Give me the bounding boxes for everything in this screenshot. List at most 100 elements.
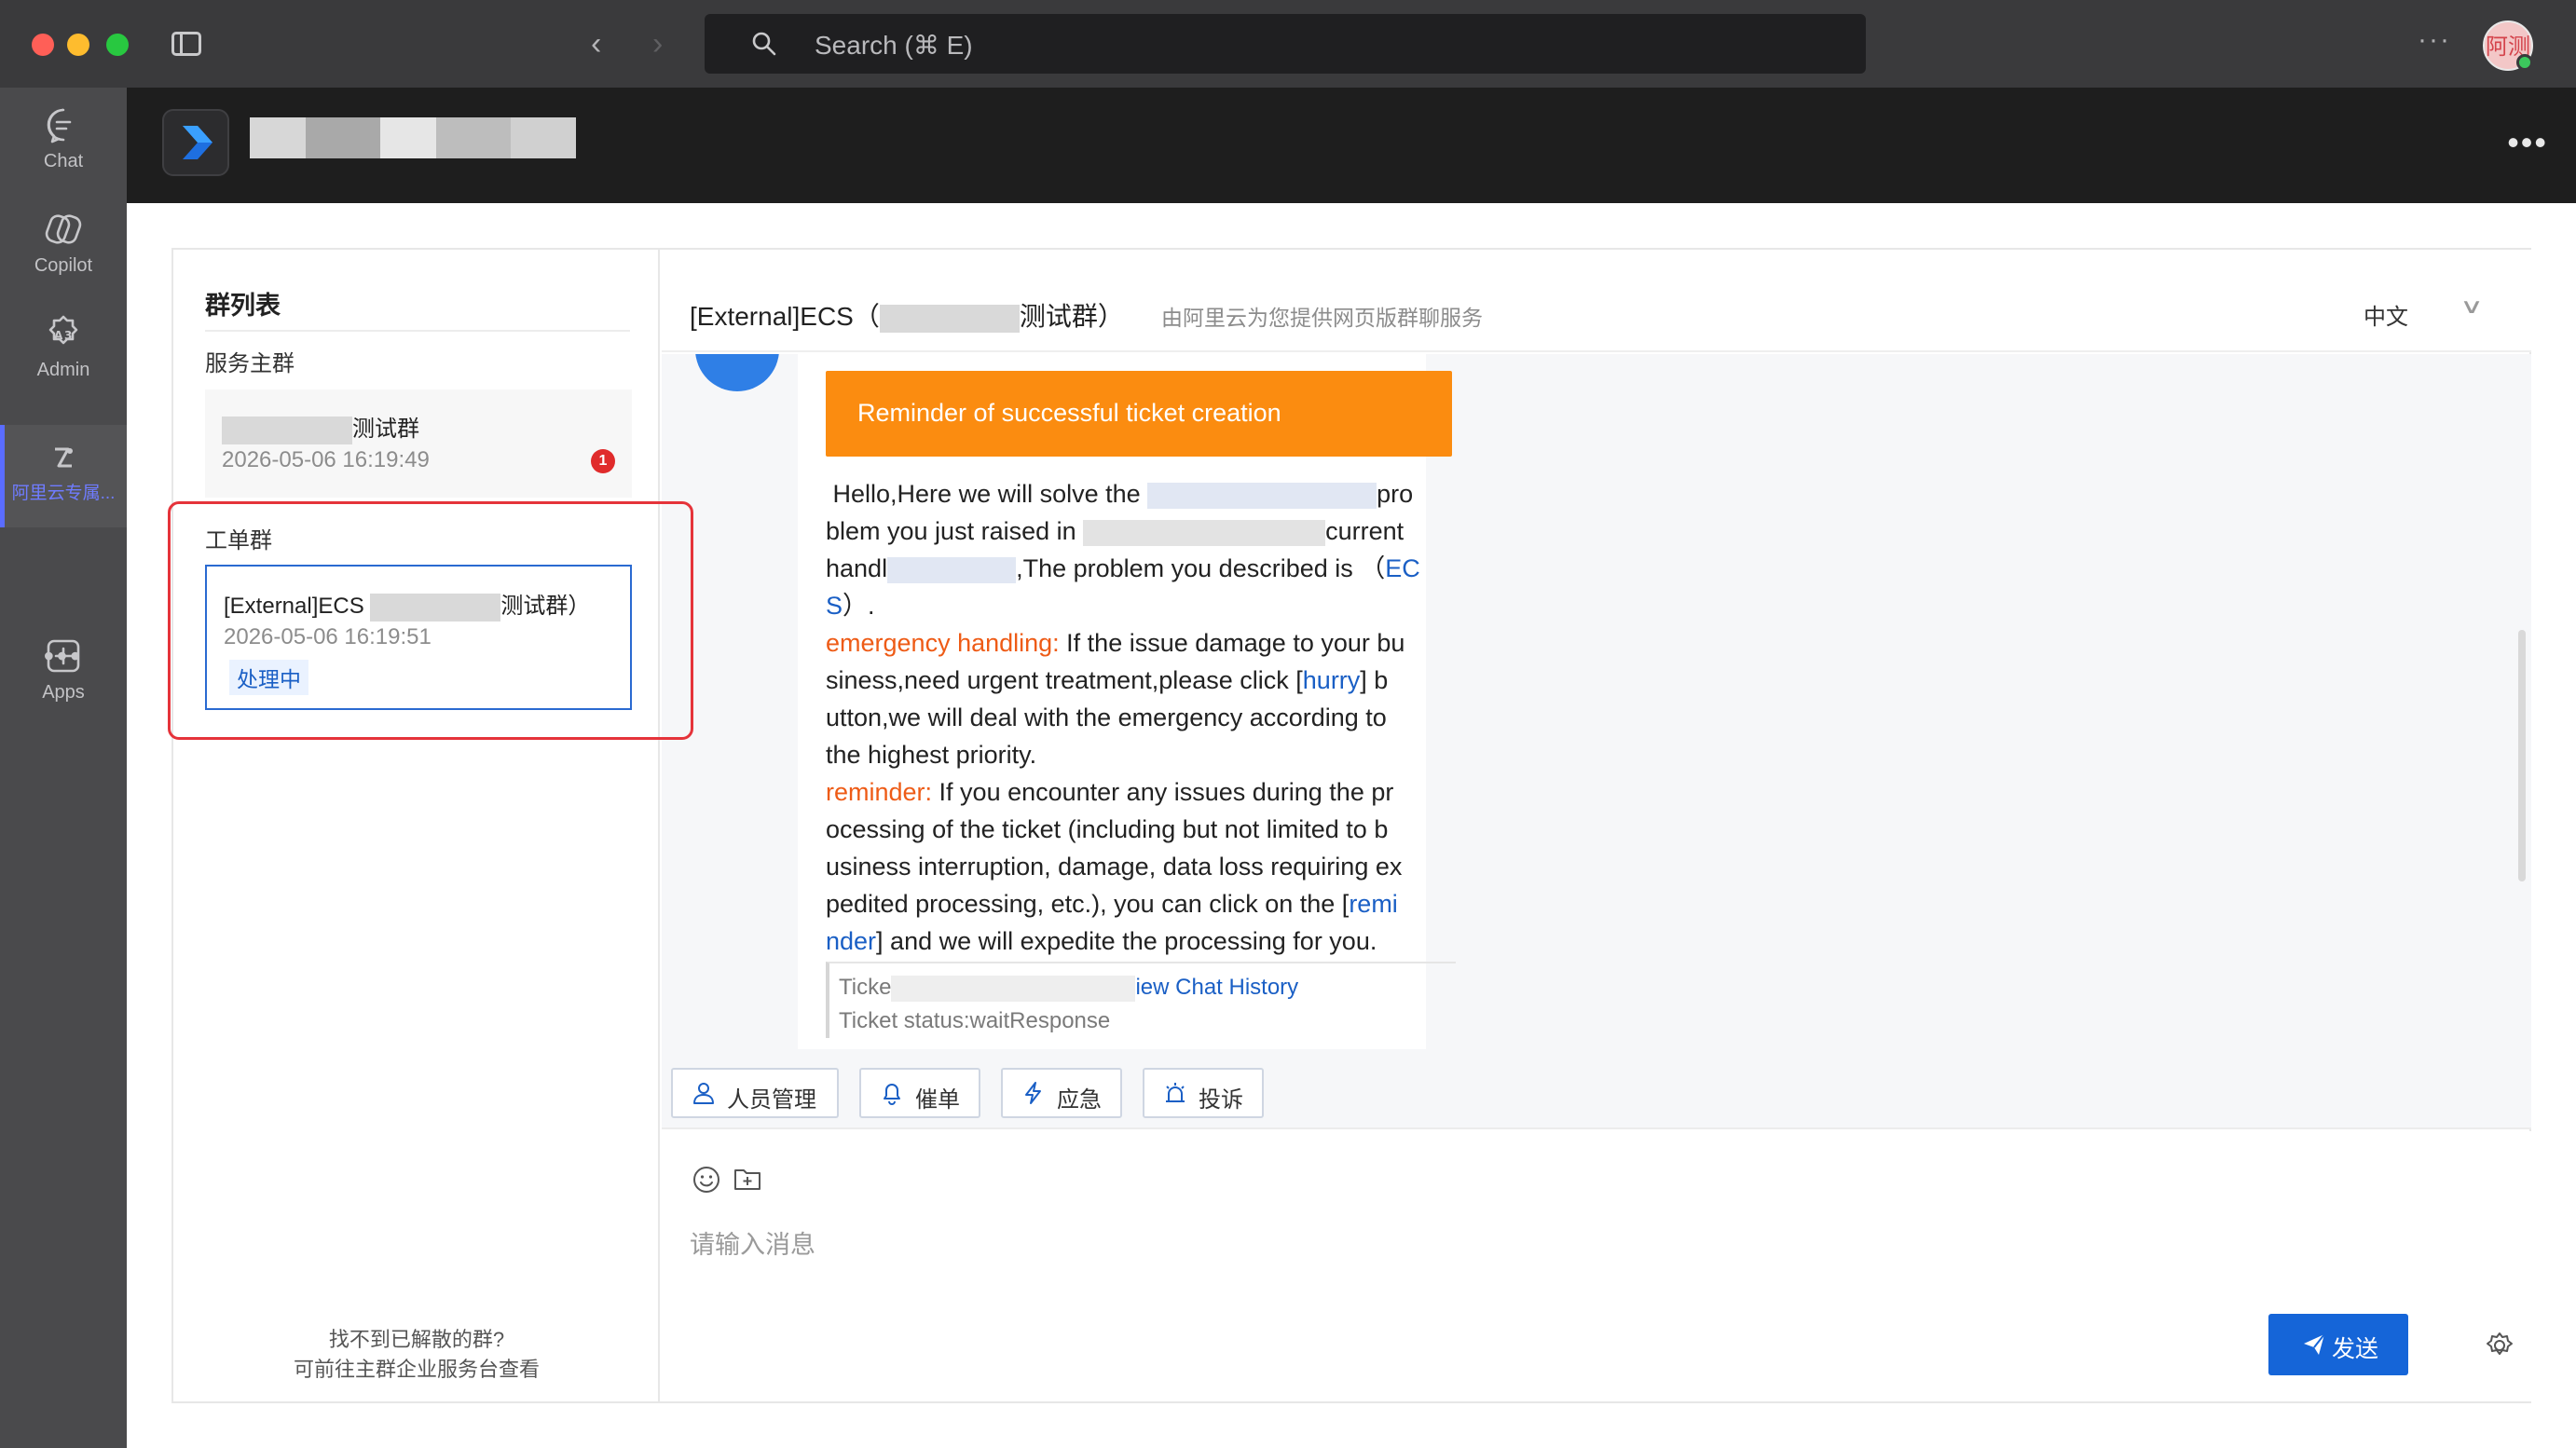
search-placeholder: Search (⌘ E) xyxy=(815,31,973,60)
bell-icon xyxy=(884,1084,900,1105)
message-input[interactable]: 请输入消息 xyxy=(690,1224,815,1261)
rail-label: Apps xyxy=(42,682,85,703)
product-link[interactable]: EC xyxy=(1385,554,1420,582)
service-section-label: 服务主群 xyxy=(205,351,295,376)
rail-item-copilot[interactable]: Copilot xyxy=(0,209,127,311)
body-text: Hello,Here we will solve the xyxy=(832,480,1148,508)
redacted-text xyxy=(887,556,1017,583)
rail-label: Chat xyxy=(43,151,84,171)
toolbar-label: 投诉 xyxy=(1199,1087,1243,1113)
app-logo xyxy=(162,109,229,176)
copilot-icon xyxy=(45,214,82,244)
global-search-bar[interactable]: Search (⌘ E) xyxy=(705,14,1866,74)
service-group-card[interactable]: 测试群 2026-05-06 16:19:49 1 xyxy=(205,389,632,498)
body-text: pro xyxy=(1377,480,1414,508)
group-name: 测试群 xyxy=(222,410,419,444)
toolbar-label: 人员管理 xyxy=(727,1087,816,1113)
alarm-icon xyxy=(1166,1083,1185,1102)
chat-bubble-icon xyxy=(47,108,72,143)
online-status-icon xyxy=(2516,54,2533,71)
chat-title-suffix: 测试群） xyxy=(1019,302,1124,331)
language-select[interactable]: 中文 xyxy=(2364,298,2408,331)
lightning-icon xyxy=(1025,1082,1041,1104)
rail-item-admin[interactable]: A 3 Admin xyxy=(0,313,127,416)
app-title-redacted xyxy=(250,117,576,158)
complaint-button[interactable]: 投诉 xyxy=(1143,1068,1264,1118)
app-rail: Chat Copilot A 3 Admin 阿里云专属... ••• Apps xyxy=(0,88,127,1448)
chat-title-prefix: [External]ECS（ xyxy=(690,302,880,331)
view-chat-history-link[interactable]: iew Chat History xyxy=(1135,975,1298,1000)
scrollbar[interactable] xyxy=(2518,630,2526,881)
redacted-text xyxy=(891,975,1136,1002)
urge-button[interactable]: 催单 xyxy=(859,1068,980,1118)
title-bar: ‹ › Search (⌘ E) ··· 阿测 xyxy=(0,0,2576,88)
user-avatar[interactable]: 阿测 xyxy=(2483,20,2533,71)
member-management-button[interactable]: 人员管理 xyxy=(671,1068,839,1118)
group-time: 2026-05-06 16:19:49 xyxy=(222,447,430,472)
send-label: 发送 xyxy=(2332,1336,2379,1362)
rail-label: 阿里云专属... xyxy=(11,484,116,503)
ticket-status: Ticket status:waitResponse xyxy=(839,1008,1111,1033)
redacted-text xyxy=(222,416,352,444)
rail-item-aliyun[interactable]: 阿里云专属... xyxy=(0,425,127,527)
svg-text:3: 3 xyxy=(64,329,72,342)
minimize-window-button[interactable] xyxy=(67,34,89,56)
chevron-down-icon[interactable]: ∨ xyxy=(2460,294,2484,319)
message-area: Reminder of successful ticket creation H… xyxy=(662,354,2531,1049)
search-icon xyxy=(752,32,776,56)
rail-item-apps[interactable]: Apps xyxy=(0,635,127,738)
paper-plane-icon xyxy=(2304,1333,2325,1355)
body-text: blem you just raised in xyxy=(826,517,1084,545)
forward-arrow-icon[interactable]: › xyxy=(652,28,663,60)
chat-title: [External]ECS（ 测试群） xyxy=(690,296,1124,334)
sidebar-toggle-icon[interactable] xyxy=(171,32,201,56)
toolbar-label: 催单 xyxy=(915,1087,960,1113)
app-logo-icon xyxy=(183,126,212,159)
chat-header: [External]ECS（ 测试群） 由阿里云为您提供网页版群聊服务 中文 ∨ xyxy=(662,250,2531,352)
person-icon xyxy=(693,1083,714,1104)
message-banner: Reminder of successful ticket creation xyxy=(826,371,1452,457)
redacted-text xyxy=(879,304,1020,333)
rail-label: Admin xyxy=(36,360,90,380)
divider xyxy=(205,330,630,332)
ticket-prefix: Ticke xyxy=(839,975,892,1000)
footer-note-line2: 可前往主群企业服务台查看 xyxy=(293,1358,540,1381)
app-header: ••• xyxy=(127,88,2576,203)
rail-item-chat[interactable]: Chat xyxy=(0,104,127,207)
chat-panel: [External]ECS（ 测试群） 由阿里云为您提供网页版群聊服务 中文 ∨ … xyxy=(662,250,2531,1401)
back-arrow-icon[interactable]: ‹ xyxy=(591,28,601,60)
unread-badge: 1 xyxy=(591,449,615,473)
highlight-annotation xyxy=(168,501,693,740)
folder-icon[interactable] xyxy=(733,1165,762,1193)
message-card: Reminder of successful ticket creation H… xyxy=(798,354,1456,1049)
settings-gear-icon[interactable] xyxy=(2485,1331,2514,1360)
reminder-label: reminder: xyxy=(826,778,933,806)
footer-note-line1: 找不到已解散的群? xyxy=(328,1328,505,1351)
zoom-window-button[interactable] xyxy=(106,34,129,56)
svg-text:A: A xyxy=(54,329,63,342)
redacted-text xyxy=(1083,519,1326,546)
content-frame: 群列表 服务主群 测试群 2026-05-06 16:19:49 1 工单群 [… xyxy=(171,248,2531,1403)
message-body: Hello,Here we will solve the pro blem yo… xyxy=(826,475,1422,960)
emergency-button[interactable]: 应急 xyxy=(1001,1068,1122,1118)
send-button[interactable]: 发送 xyxy=(2268,1314,2408,1375)
more-options-icon[interactable]: ··· xyxy=(2418,24,2451,56)
group-name-suffix: 测试群 xyxy=(352,417,419,442)
rail-label: Copilot xyxy=(34,255,93,276)
body-text: ] and we will expedite the processing fo… xyxy=(876,927,1377,955)
aliyun-app-icon xyxy=(55,447,73,468)
toolbar-label: 应急 xyxy=(1057,1087,1102,1113)
emoji-icon[interactable] xyxy=(692,1165,721,1195)
group-list-title: 群列表 xyxy=(205,292,281,320)
body-text: handl xyxy=(826,554,888,582)
banner-text: Reminder of successful ticket creation xyxy=(857,399,1281,427)
product-link[interactable]: S xyxy=(826,592,843,620)
sender-avatar xyxy=(695,354,779,391)
action-toolbar: 人员管理 催单 应急 投诉 xyxy=(662,1049,2531,1129)
hurry-link[interactable]: hurry xyxy=(1303,666,1361,694)
body-text: current xyxy=(1325,517,1404,545)
chat-subtitle: 由阿里云为您提供网页版群聊服务 xyxy=(1161,306,1483,330)
close-window-button[interactable] xyxy=(32,34,54,56)
app-more-icon[interactable]: ••• xyxy=(2507,123,2548,162)
plus-square-icon xyxy=(47,639,80,673)
